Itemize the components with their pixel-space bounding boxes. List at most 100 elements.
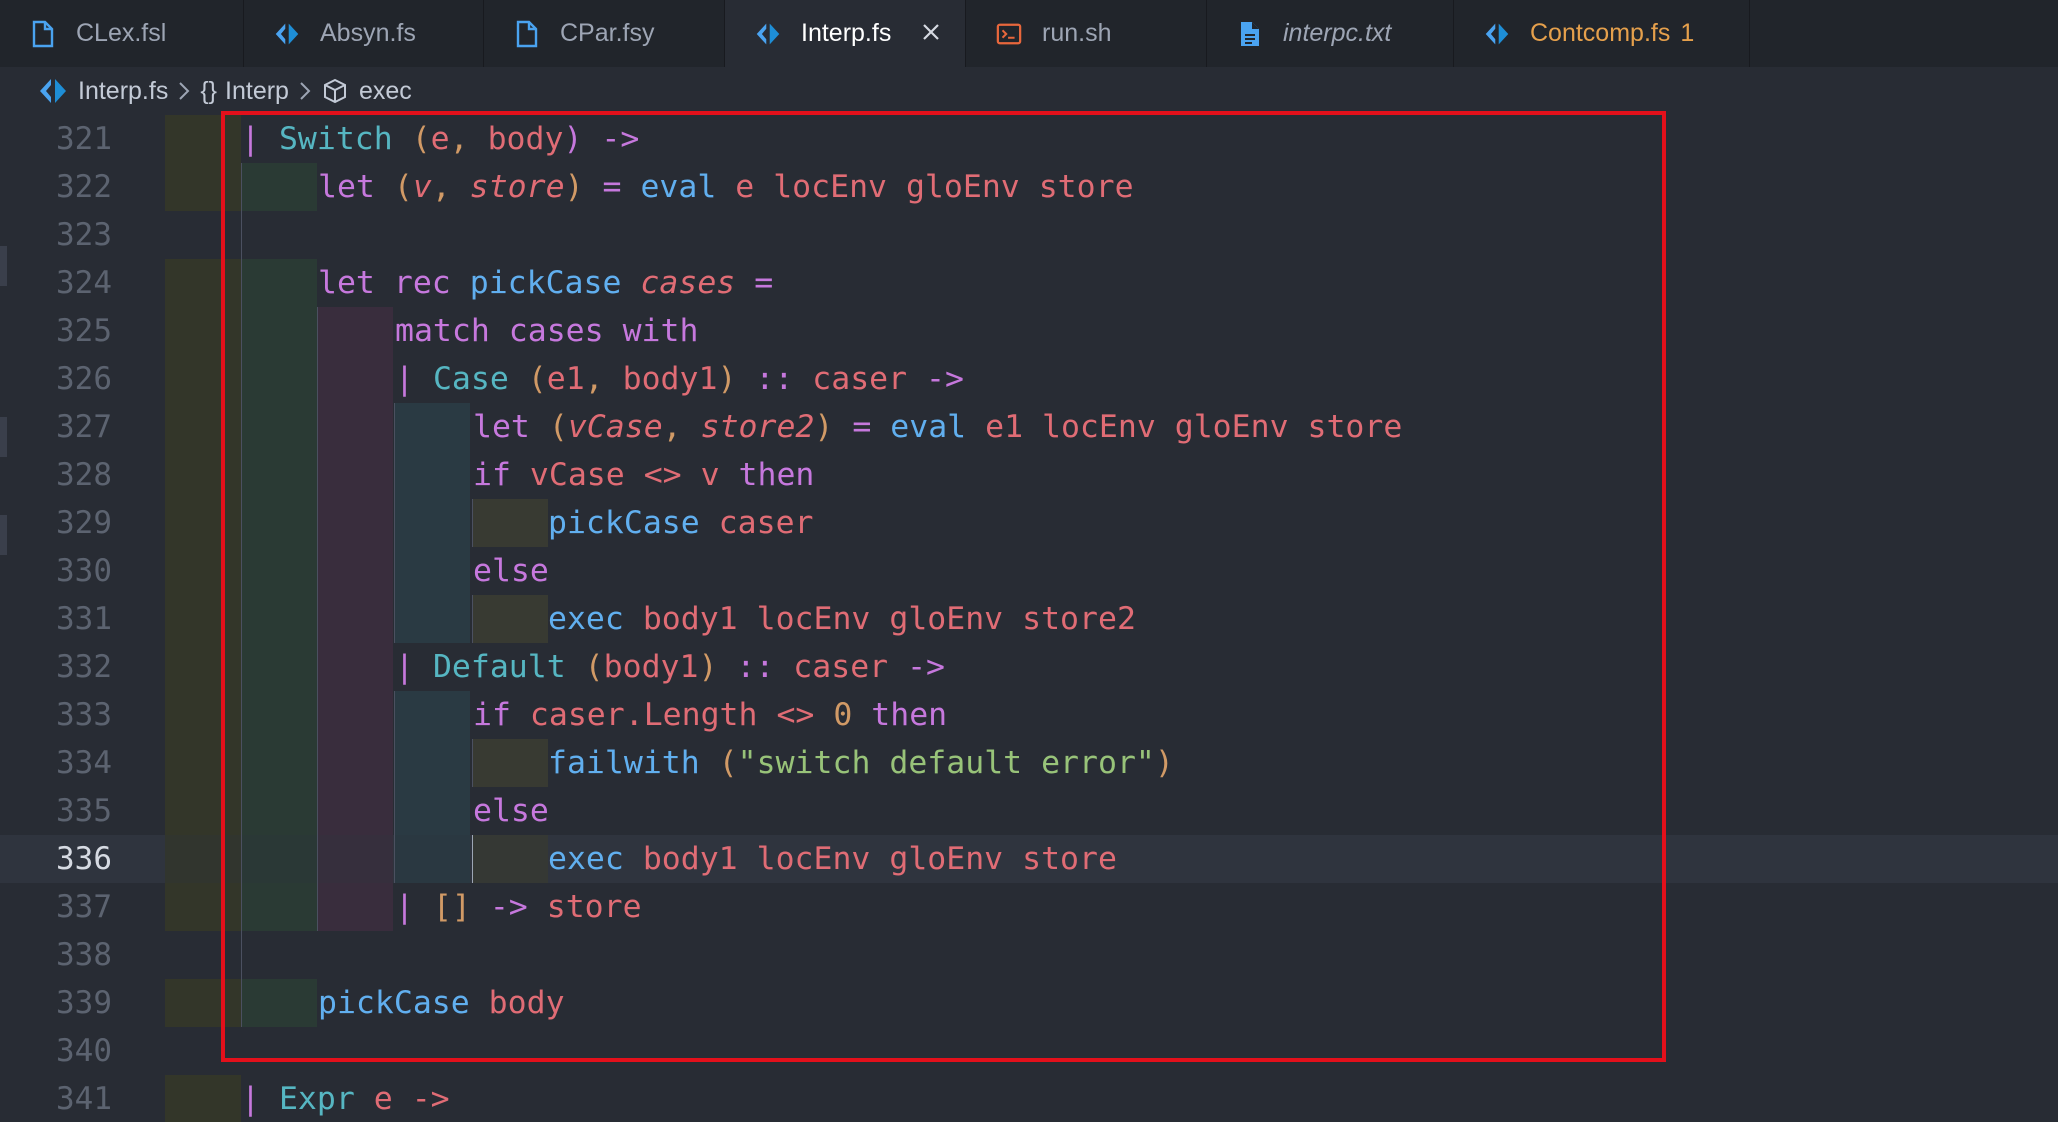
code-text: else — [473, 787, 549, 835]
indent-guide — [241, 259, 317, 307]
indent-guide — [241, 451, 242, 499]
code-text: | Case (e1, body1) :: caser -> — [395, 355, 964, 403]
code-token: else — [473, 553, 549, 589]
code-line[interactable]: 326 | Case (e1, body1) :: caser -> — [0, 355, 2058, 403]
indent-guide — [394, 691, 395, 739]
indent-guide — [317, 403, 318, 451]
code-line[interactable]: 340 — [0, 1027, 2058, 1075]
code-editor[interactable]: 321 | Switch (e, body) -> 322 let (v, st… — [0, 115, 2058, 1122]
code-line[interactable]: 328 if vCase <> v then — [0, 451, 2058, 499]
breadcrumb-file[interactable]: Interp.fs — [38, 76, 168, 106]
indent-guide — [317, 883, 318, 931]
tab-run[interactable]: run.sh — [966, 0, 1207, 67]
indent-guide — [165, 691, 241, 739]
indent-guide — [241, 451, 317, 499]
indent-guide — [317, 595, 318, 643]
tab-cpar[interactable]: CPar.fsy — [484, 0, 725, 67]
indent-guide — [241, 979, 317, 1027]
code-line[interactable]: 329 pickCase caser — [0, 499, 2058, 547]
code-line[interactable]: 321 | Switch (e, body) -> — [0, 115, 2058, 163]
indent-guide — [241, 547, 317, 595]
tab-interp[interactable]: Interp.fs — [725, 0, 966, 67]
breadcrumb-symbol-label: exec — [358, 76, 412, 105]
code-line[interactable]: 334 failwith ("switch default error") — [0, 739, 2058, 787]
code-token: store — [546, 889, 642, 925]
code-line[interactable]: 332 | Default (body1) :: caser -> — [0, 643, 2058, 691]
code-line[interactable]: 339 pickCase body — [0, 979, 2058, 1027]
code-line[interactable]: 323 — [0, 211, 2058, 259]
indent-guide — [394, 499, 395, 547]
breadcrumb-module[interactable]: {} Interp — [200, 77, 289, 106]
indent-guide — [241, 355, 317, 403]
indent-guide — [472, 499, 473, 547]
indent-guide — [241, 883, 242, 931]
tab-absyn[interactable]: Absyn.fs — [244, 0, 484, 67]
code-token: then — [738, 457, 815, 493]
code-line[interactable]: 324 let rec pickCase cases = — [0, 259, 2058, 307]
indent-guide — [317, 547, 393, 595]
indent-guide — [241, 883, 317, 931]
code-token: e1 locEnv gloEnv store — [966, 409, 1403, 445]
code-line[interactable]: 322 let (v, store) = eval e locEnv gloEn… — [0, 163, 2058, 211]
tab-bar: CLex.fsl Absyn.fs CPar.fsy Interp.fs run… — [0, 0, 2058, 67]
line-number: 325 — [56, 313, 112, 349]
code-token: e1 — [546, 361, 585, 397]
indent-guide — [472, 835, 473, 883]
breadcrumb-symbol[interactable]: exec — [321, 77, 412, 106]
code-line[interactable]: 341 | Expr e -> — [0, 1075, 2058, 1122]
tab-contcomp[interactable]: Contcomp.fs 1 — [1454, 0, 1750, 67]
code-token: ( — [392, 121, 431, 157]
problem-count-badge: 1 — [1680, 19, 1695, 47]
tab-clex[interactable]: CLex.fsl — [0, 0, 244, 67]
code-token: cases — [640, 265, 736, 301]
code-token: Switch — [278, 121, 393, 157]
code-token: ( — [374, 169, 413, 205]
indent-guide — [317, 451, 393, 499]
indent-guide — [317, 787, 318, 835]
code-text: let (vCase, store2) = eval e1 locEnv glo… — [473, 403, 1402, 451]
indent-guide — [317, 547, 318, 595]
code-token: eval — [890, 409, 967, 445]
tab-interpc[interactable]: interpc.txt — [1207, 0, 1454, 67]
code-token: e -> — [354, 1081, 450, 1117]
code-token: Expr — [278, 1081, 355, 1117]
breadcrumb-module-label: Interp — [225, 76, 289, 105]
code-token: = — [833, 409, 891, 445]
indent-guide — [165, 307, 241, 355]
indent-guide — [472, 595, 473, 643]
indent-guide — [165, 979, 241, 1027]
code-line[interactable]: 331 exec body1 locEnv gloEnv store2 — [0, 595, 2058, 643]
code-line[interactable]: 333 if caser.Length <> 0 then — [0, 691, 2058, 739]
indent-guide — [317, 307, 393, 355]
indent-guide — [241, 931, 242, 979]
indent-guide — [165, 259, 241, 307]
code-line[interactable]: 335 else — [0, 787, 2058, 835]
code-line[interactable]: 325 match cases with — [0, 307, 2058, 355]
code-line[interactable]: 337 | [] -> store — [0, 883, 2058, 931]
indent-guide — [241, 307, 317, 355]
code-line-current[interactable]: 336 exec body1 locEnv gloEnv store — [0, 835, 2058, 883]
indent-guide — [317, 595, 393, 643]
line-number: 338 — [56, 937, 112, 973]
indent-guide — [317, 835, 393, 883]
code-token: , — [431, 169, 470, 205]
code-line[interactable]: 327 let (vCase, store2) = eval e1 locEnv… — [0, 403, 2058, 451]
indent-guide — [165, 115, 241, 163]
indent-guide — [317, 403, 393, 451]
close-icon[interactable] — [917, 18, 945, 46]
code-line[interactable]: 338 — [0, 931, 2058, 979]
code-text: let (v, store) = eval e locEnv gloEnv st… — [318, 163, 1134, 211]
code-text: | [] -> store — [395, 883, 642, 931]
indent-guide — [317, 691, 393, 739]
indent-guide — [472, 739, 548, 787]
code-token: | — [241, 121, 279, 157]
indent-guide — [241, 259, 242, 307]
tab-label: interpc.txt — [1283, 19, 1392, 47]
line-number: 335 — [56, 793, 112, 829]
code-text: exec body1 locEnv gloEnv store2 — [548, 595, 1136, 643]
code-line[interactable]: 330 else — [0, 547, 2058, 595]
line-number: 330 — [56, 553, 112, 589]
code-token: e — [430, 121, 450, 157]
tab-label: CPar.fsy — [560, 19, 655, 47]
